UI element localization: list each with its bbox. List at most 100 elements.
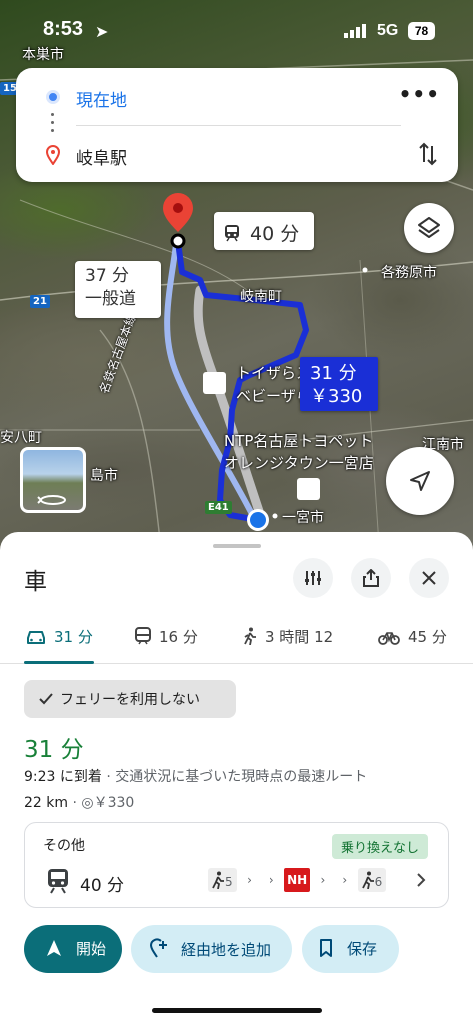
map-label-ntp-1: NTP名古屋トヨペット	[224, 432, 374, 450]
destination-field[interactable]: 岐阜駅	[76, 144, 127, 169]
status-bar: 8:53 ➤ 5G 78	[0, 14, 473, 48]
alt-callout-road: 一般道	[85, 289, 136, 309]
arrival-time: 9:23 に到着	[24, 769, 102, 785]
chevron-right-icon: ›	[247, 873, 252, 887]
chevron-right-icon: ›	[268, 873, 274, 887]
active-tab-indicator	[24, 661, 94, 664]
walk-icon	[212, 871, 224, 890]
main-callout-duration: 31 分	[310, 363, 357, 384]
line-badge: NH	[284, 868, 311, 892]
arrival-note: · 交通状況に基づいた現時点の最速ルート	[101, 769, 368, 785]
train-icon	[48, 869, 68, 894]
alt-steps: 5 › › NH › › 6	[208, 868, 387, 894]
tab-bike-label: 45 分	[408, 628, 447, 646]
route-shield-21: 21	[30, 295, 50, 308]
walk-step: 6	[357, 868, 387, 892]
tab-car-label: 31 分	[54, 628, 93, 646]
poi-mall-icon[interactable]	[297, 478, 320, 500]
route-search-card: 現在地 岐阜駅 •••	[16, 68, 458, 182]
route-shield-e41: E41	[205, 501, 232, 514]
toll-separator: ·	[68, 795, 82, 811]
transit-route-callout[interactable]: 40 分	[214, 212, 314, 250]
map-label-ginan: 岐南町	[240, 289, 282, 305]
walk-icon	[244, 627, 256, 646]
travel-mode-tabs: 31 分 16 分 3 時間 12 45 分	[0, 620, 473, 664]
tab-transit-label: 16 分	[159, 628, 198, 646]
add-location-icon	[149, 938, 167, 958]
alt-route-callout[interactable]: 37 分 一般道	[75, 261, 161, 318]
swap-route-icon[interactable]	[418, 142, 438, 166]
alt-duration: 40 分	[80, 876, 125, 896]
map-label-motosu: 本巣市	[22, 47, 64, 63]
train-icon	[135, 627, 151, 645]
train-icon	[225, 225, 239, 242]
origin-dot-icon	[46, 90, 60, 104]
save-label: 保存	[347, 940, 378, 958]
no-transfer-badge: 乗り換えなし	[331, 834, 428, 859]
check-icon	[39, 693, 53, 705]
chevron-right-icon: ›	[342, 873, 348, 887]
alt-callout-duration: 37 分	[85, 266, 130, 286]
more-options-icon[interactable]: •••	[399, 82, 440, 106]
alternative-transit-card[interactable]: その他 乗り換えなし 40 分 5 › › NH › › 6	[24, 822, 449, 908]
my-location-button[interactable]	[386, 447, 454, 515]
toll-amount: ￥330	[93, 795, 135, 811]
chevron-right-icon	[417, 873, 426, 887]
map-label-anpachi: 安八町	[0, 430, 42, 446]
close-icon	[422, 571, 436, 585]
chevron-right-icon: ›	[320, 873, 326, 887]
layers-button[interactable]	[404, 203, 454, 253]
tab-walk-label: 3 時間 12	[265, 628, 334, 646]
avoid-ferry-label: フェリーを利用しない	[60, 692, 200, 708]
navigation-arrow-icon	[410, 471, 430, 491]
walk-minutes-1: 5	[225, 875, 233, 889]
directions-sheet: 車 31 分 16 分 3 時間 12 45 分 フェリーを利用しない 31 分…	[0, 532, 473, 1024]
origin-field[interactable]: 現在地	[76, 86, 127, 111]
battery-icon: 78	[408, 22, 435, 40]
toll-coin-icon: ◎	[81, 795, 94, 811]
transit-callout-duration: 40 分	[250, 223, 300, 245]
share-icon	[363, 569, 379, 587]
save-button[interactable]: 保存	[302, 925, 399, 973]
map-label-ntp-2: オレンジタウン一宮店	[224, 454, 374, 472]
map-label-kakamigahara: 各務原市	[381, 265, 437, 281]
bookmark-icon	[320, 939, 332, 957]
close-button[interactable]	[409, 558, 449, 598]
route-divider	[76, 125, 401, 126]
street-view-thumbnail[interactable]	[20, 447, 86, 513]
main-route-callout[interactable]: 31 分 ￥330	[300, 357, 378, 411]
share-button[interactable]	[351, 558, 391, 598]
tab-transit[interactable]: 16 分	[135, 626, 198, 647]
tab-car[interactable]: 31 分	[26, 626, 93, 647]
walk-icon	[361, 871, 374, 890]
sheet-grabber[interactable]	[213, 544, 261, 548]
network-type: 5G	[377, 22, 399, 39]
start-navigation-button[interactable]: 開始	[24, 925, 122, 973]
tab-walk[interactable]: 3 時間 12	[243, 626, 333, 647]
route-distance: 22 km	[24, 795, 69, 811]
location-arrow-icon: ➤	[95, 24, 109, 41]
navigation-icon	[47, 940, 61, 956]
walk-step: 5	[208, 868, 237, 892]
sliders-icon	[305, 571, 321, 585]
destination-pin-icon	[46, 145, 60, 165]
cell-signal-icon	[344, 24, 366, 38]
avoid-ferry-chip[interactable]: フェリーを利用しない	[24, 680, 236, 718]
alt-title: その他	[43, 838, 85, 854]
route-connector-icon	[51, 113, 55, 137]
main-callout-toll: ￥330	[310, 386, 363, 407]
status-time: 8:53	[43, 18, 84, 40]
start-label: 開始	[76, 940, 107, 958]
home-indicator[interactable]	[152, 1008, 322, 1013]
add-stop-button[interactable]: 経由地を追加	[131, 925, 292, 973]
distance-info: 22 km · ◎￥330	[24, 792, 134, 812]
sheet-title: 車	[24, 569, 47, 595]
route-options-button[interactable]	[293, 558, 333, 598]
map-label-ichinomiya: 一宮市	[282, 510, 324, 526]
car-icon	[27, 631, 45, 644]
arrival-info: 9:23 に到着 · 交通状況に基づいた現時点の最速ルート	[24, 766, 367, 786]
map-view[interactable]: 8:53 ➤ 5G 78 本巣市 157 21 各務原市 岐南町 トイザらス ベ…	[0, 0, 473, 560]
tab-bike[interactable]: 45 分	[378, 626, 447, 647]
poi-toysrus-icon[interactable]	[203, 372, 226, 394]
route-duration: 31 分	[24, 737, 84, 763]
